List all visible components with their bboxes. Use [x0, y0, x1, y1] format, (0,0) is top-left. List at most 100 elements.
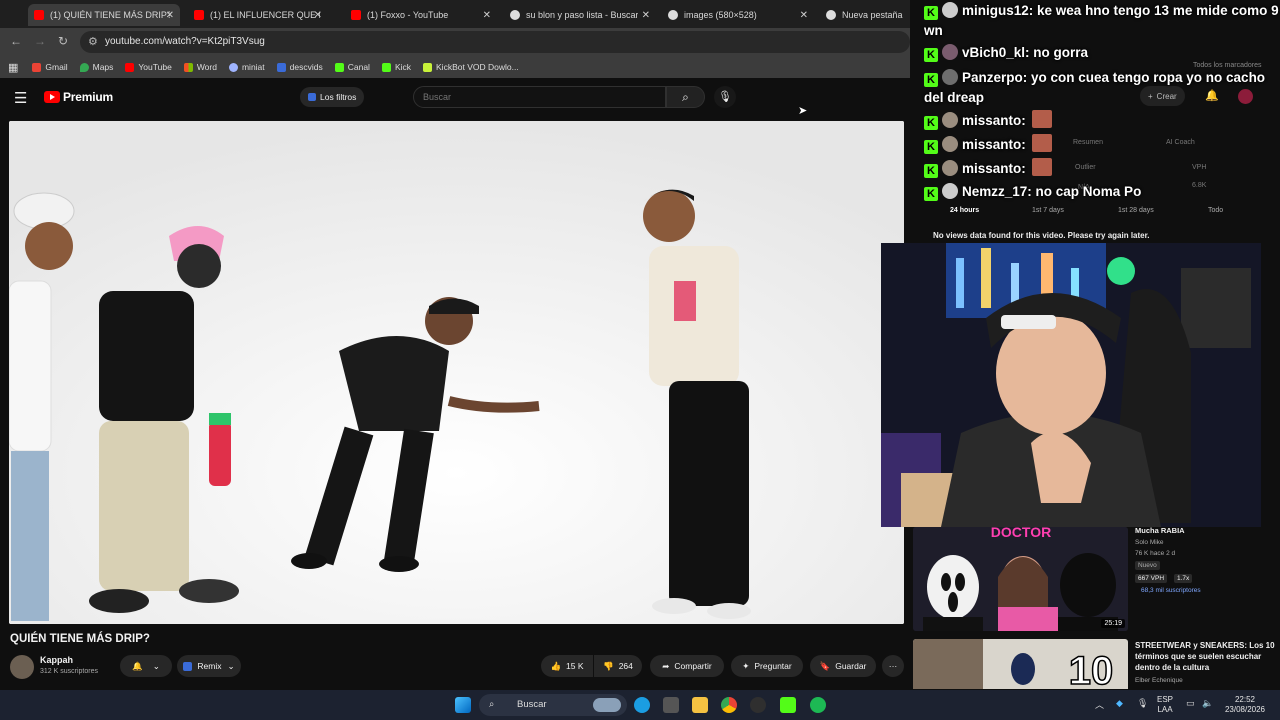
youtube-premium-logo[interactable]: Premium	[44, 90, 113, 104]
tab-3[interactable]: (1) Foxxo - YouTube ✕	[345, 4, 497, 26]
youtube-favicon-icon	[351, 10, 361, 20]
kick-app-icon[interactable]	[780, 697, 796, 713]
volume-icon[interactable]: 🔈	[1202, 698, 1213, 709]
dislike-button[interactable]: 👎 264	[594, 655, 642, 677]
spotify-icon[interactable]	[810, 697, 826, 713]
recommendation-title[interactable]: STREETWEAR y SNEAKERS: Los 10 términos q…	[1135, 640, 1275, 673]
recommendation-channel[interactable]: Elber Echenique	[1135, 677, 1183, 684]
tab-resumen[interactable]: Resumen	[1073, 139, 1103, 146]
language-indicator[interactable]: ESP LAA	[1157, 695, 1173, 715]
bookmark-maps[interactable]: Maps	[79, 62, 114, 72]
apps-grid-icon[interactable]: ▦	[8, 61, 18, 74]
close-tab-icon[interactable]: ✕	[314, 10, 322, 21]
close-tab-icon[interactable]: ✕	[800, 10, 808, 21]
forward-icon[interactable]: →	[34, 34, 46, 48]
chevron-up-icon[interactable]: ︿	[1095, 698, 1104, 711]
channel-subscribers: 312 K suscriptores	[40, 668, 98, 675]
chat-username: missanto	[962, 113, 1022, 128]
tab-6[interactable]: Nueva pestaña	[820, 4, 908, 26]
more-icon: ···	[888, 661, 898, 671]
bookmark-descvids[interactable]: descvids	[276, 62, 323, 72]
kick-badge-icon: K	[924, 187, 938, 201]
subscribed-bell-button[interactable]: 🔔 ⌄	[120, 655, 172, 677]
close-tab-icon[interactable]: ✕	[642, 10, 650, 21]
bookmark-gmail[interactable]: Gmail	[32, 62, 68, 72]
bookmark-kickbot[interactable]: KickBot VOD Dowlo...	[423, 62, 519, 72]
close-tab-icon[interactable]: ✕	[483, 10, 491, 21]
clock-date: 23/08/2026	[1224, 705, 1266, 714]
close-tab-icon[interactable]: ✕	[166, 10, 174, 21]
chrome-favicon-icon	[826, 10, 836, 20]
range-tab-28d[interactable]: 1st 28 days	[1118, 207, 1154, 214]
tab-4[interactable]: su blon y paso lista - Buscar con ✕	[504, 4, 656, 26]
youtube-favicon-icon	[34, 10, 44, 20]
bookmark-label: Maps	[92, 62, 114, 72]
back-icon[interactable]: ←	[10, 34, 22, 48]
address-bar[interactable]: ⚙ youtube.com/watch?v=Kt2piT3Vsug	[80, 31, 910, 53]
bookmark-label: KickBot VOD Dowlo...	[436, 62, 519, 72]
channel-name[interactable]: Kappah	[40, 655, 73, 665]
channel-avatar[interactable]	[10, 655, 34, 679]
windows-start-icon[interactable]	[455, 697, 471, 713]
globe-favicon-icon	[668, 10, 678, 20]
bookmark-miniat[interactable]: miniat	[228, 62, 265, 72]
like-button[interactable]: 👍 15 K	[541, 655, 593, 677]
taskbar-search[interactable]: ⌕ Buscar	[479, 694, 627, 716]
site-info-icon[interactable]: ⚙	[88, 35, 98, 48]
url-text: youtube.com/watch?v=Kt2piT3Vsug	[105, 36, 265, 47]
filter-icon	[308, 93, 316, 101]
range-tab-24h[interactable]: 24 hours	[950, 207, 979, 214]
file-explorer-icon[interactable]	[692, 697, 708, 713]
vph-badge: 667 VPH	[1135, 574, 1168, 583]
more-actions-button[interactable]: ···	[882, 655, 904, 677]
app-tray-icon[interactable]: ◆	[1116, 698, 1123, 709]
store-icon[interactable]	[663, 697, 679, 713]
filters-button[interactable]: Los filtros	[300, 87, 365, 107]
tab-2[interactable]: (1) EL INFLUENCER QUE DIÓ D ✕	[188, 4, 328, 26]
like-count: 15 K	[566, 661, 584, 671]
bookmark-canal[interactable]: Canal	[334, 62, 370, 72]
range-tab-7d[interactable]: 1st 7 days	[1032, 207, 1064, 214]
recommendation-thumbnail[interactable]: DOCTOR 25:19	[913, 527, 1128, 631]
microphone-icon: 🎙	[718, 91, 732, 103]
search-input[interactable]	[413, 86, 666, 108]
browser-toolbar: ← → ↻ ⚙ youtube.com/watch?v=Kt2piT3Vsug	[0, 28, 910, 56]
video-duration: 25:19	[1101, 619, 1125, 628]
network-icon[interactable]: ▭	[1186, 698, 1195, 709]
video-frame	[9, 121, 904, 624]
clock[interactable]: 22:52 23/08/2026	[1220, 695, 1270, 715]
ratio-badge: 1.7x	[1174, 574, 1193, 583]
chat-text: no gorra	[1033, 45, 1089, 60]
save-button[interactable]: 🔖 Guardar	[810, 655, 876, 677]
hamburger-menu-icon[interactable]: ☰	[14, 89, 27, 107]
chrome-icon[interactable]	[721, 697, 737, 713]
tab-ai-coach[interactable]: AI Coach	[1166, 139, 1195, 146]
share-button[interactable]: ➦ Compartir	[650, 655, 724, 677]
recommendation-channel[interactable]: Solo Mike	[1135, 539, 1164, 546]
recommendation-thumbnail[interactable]: 10	[913, 639, 1128, 689]
microphone-icon[interactable]: 🎙	[1137, 698, 1148, 709]
dislike-count: 264	[618, 661, 633, 671]
channel-subs-badge: 68,3 mil suscriptores	[1141, 587, 1201, 594]
tab-5[interactable]: images (580×528) ✕	[662, 4, 814, 26]
taskbar-search-label: Buscar	[517, 699, 547, 710]
bookmark-youtube[interactable]: YouTube	[125, 62, 172, 72]
bookmark-label: descvids	[289, 62, 323, 72]
chat-message: K Nemzz_17: no cap Noma Po	[924, 183, 1141, 201]
windows-taskbar: ⌕ Buscar ︿ ◆ 🎙 ESP LAA ▭ 🔈 22:52 23/08/2…	[0, 690, 1280, 720]
ask-button[interactable]: ✦ Preguntar	[731, 655, 803, 677]
video-player[interactable]	[9, 121, 904, 624]
bookmark-word[interactable]: Word	[183, 62, 217, 72]
reload-icon[interactable]: ↻	[58, 34, 68, 48]
remix-button[interactable]: Remix ⌄	[177, 655, 241, 677]
emote-icon	[1031, 158, 1052, 176]
search-button[interactable]: ⌕	[666, 86, 705, 108]
remix-label: Remix	[197, 661, 222, 671]
edge-icon[interactable]	[634, 697, 650, 713]
range-tab-all[interactable]: Todo	[1208, 207, 1223, 214]
recommendation-title[interactable]: Mucha RABIA	[1135, 525, 1185, 536]
voice-search-button[interactable]: 🎙	[714, 86, 736, 108]
tab-1[interactable]: (1) QUIÉN TIENE MÁS DRIP? - Y ✕	[28, 4, 180, 26]
obs-icon[interactable]	[750, 697, 766, 713]
bookmark-kick[interactable]: Kick	[381, 62, 411, 72]
